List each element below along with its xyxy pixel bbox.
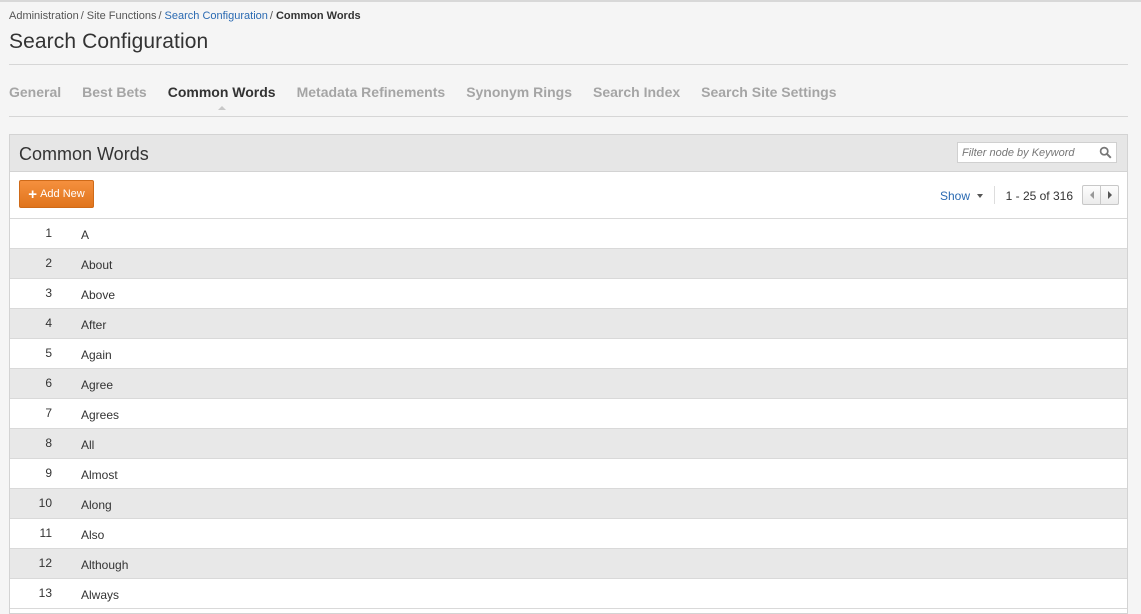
row-number: 13 bbox=[38, 586, 52, 600]
filter-box bbox=[957, 142, 1117, 163]
panel-toolbar: + Add New Show 1 - 25 of 316 bbox=[10, 172, 1127, 219]
chevron-down-icon bbox=[977, 194, 983, 198]
add-new-button[interactable]: + Add New bbox=[19, 180, 94, 208]
row-word: Agree bbox=[81, 378, 114, 392]
chevron-left-icon bbox=[1089, 191, 1094, 199]
breadcrumb-link-search-configuration[interactable]: Search Configuration bbox=[165, 10, 268, 22]
breadcrumb: Administration / Site Functions / Search Con… bbox=[9, 10, 361, 22]
row-number: 7 bbox=[45, 406, 52, 420]
chevron-right-icon bbox=[1107, 191, 1112, 199]
breadcrumb-separator: / bbox=[80, 10, 84, 22]
tab-metadata-refinements[interactable]: Metadata Refinements bbox=[297, 84, 446, 104]
row-number: 4 bbox=[45, 316, 52, 330]
tab-synonym-rings[interactable]: Synonym Rings bbox=[466, 84, 572, 104]
list-item[interactable]: 4 After bbox=[10, 309, 1127, 339]
next-page-button[interactable] bbox=[1100, 186, 1118, 204]
title-divider bbox=[9, 64, 1128, 65]
tab-common-words[interactable]: Common Words bbox=[167, 84, 276, 110]
list-item[interactable]: 10 Along bbox=[10, 489, 1127, 519]
panel-header: Common Words bbox=[10, 135, 1127, 172]
common-words-panel: Common Words + Add New Show 1 - 25 of 31… bbox=[9, 134, 1128, 614]
row-number: 1 bbox=[45, 226, 52, 240]
row-word: All bbox=[81, 438, 95, 452]
row-word: Agrees bbox=[81, 408, 120, 422]
row-word: Along bbox=[81, 498, 112, 512]
list-item[interactable]: 12 Although bbox=[10, 549, 1127, 579]
show-dropdown[interactable]: Show bbox=[940, 189, 983, 203]
row-word: Above bbox=[81, 288, 116, 302]
tab-search-index[interactable]: Search Index bbox=[593, 84, 680, 104]
breadcrumb-current-common-words: Common Words bbox=[275, 10, 361, 22]
plus-icon: + bbox=[28, 185, 38, 203]
list-item[interactable]: 5 Again bbox=[10, 339, 1127, 369]
list-item[interactable]: 8 All bbox=[10, 429, 1127, 459]
row-number: 9 bbox=[45, 466, 52, 480]
row-number: 2 bbox=[45, 256, 52, 270]
row-word: Almost bbox=[81, 468, 118, 482]
row-word: After bbox=[81, 318, 107, 332]
row-number: 10 bbox=[38, 496, 52, 510]
pagination-range: 1 - 25 of 316 bbox=[1005, 189, 1073, 203]
tabs-divider bbox=[9, 116, 1128, 117]
tab-general[interactable]: General bbox=[9, 84, 61, 104]
previous-page-button[interactable] bbox=[1083, 186, 1100, 204]
list-item[interactable]: 3 Above bbox=[10, 279, 1127, 309]
row-word: Always bbox=[81, 588, 120, 602]
row-word: Although bbox=[81, 558, 129, 572]
page-title: Search Configuration bbox=[9, 30, 209, 53]
list-item[interactable]: 7 Agrees bbox=[10, 399, 1127, 429]
row-number: 6 bbox=[45, 376, 52, 390]
list-item[interactable]: 6 Agree bbox=[10, 369, 1127, 399]
list-item[interactable]: 2 About bbox=[10, 249, 1127, 279]
filter-input[interactable] bbox=[958, 143, 1097, 163]
list-item[interactable]: 11 Also bbox=[10, 519, 1127, 549]
pagination-buttons bbox=[1082, 185, 1119, 205]
tab-best-bets[interactable]: Best Bets bbox=[82, 84, 147, 104]
row-word: Again bbox=[81, 348, 112, 362]
add-new-label: Add New bbox=[40, 188, 85, 200]
list-item[interactable]: 13 Always bbox=[10, 579, 1127, 609]
common-words-list: 1 A 2 About 3 Above 4 After 5 Again 6 Agree 7 Agrees 8… bbox=[10, 219, 1127, 609]
tab-common-words-label: Common Words bbox=[167, 84, 276, 100]
row-number: 8 bbox=[45, 436, 52, 450]
list-item[interactable]: 9 Almost bbox=[10, 459, 1127, 489]
row-number: 3 bbox=[45, 286, 52, 300]
breadcrumb-separator: / bbox=[269, 10, 273, 22]
show-label: Show bbox=[939, 189, 970, 203]
active-tab-caret-icon bbox=[217, 106, 226, 110]
toolbar-divider bbox=[994, 186, 995, 204]
row-word: About bbox=[81, 258, 113, 272]
breadcrumb-item-administration: Administration bbox=[9, 10, 79, 22]
panel-title: Common Words bbox=[19, 144, 149, 164]
row-number: 5 bbox=[45, 346, 52, 360]
search-icon[interactable] bbox=[1099, 146, 1112, 159]
tab-bar: General Best Bets Common Words Metadata … bbox=[9, 84, 858, 110]
row-number: 12 bbox=[38, 556, 52, 570]
row-word: A bbox=[81, 228, 90, 242]
tab-search-site-settings[interactable]: Search Site Settings bbox=[701, 84, 836, 104]
list-item[interactable]: 1A bbox=[10, 219, 1127, 249]
breadcrumb-item-site-functions: Site Functions bbox=[86, 10, 157, 22]
row-number: 11 bbox=[39, 526, 52, 540]
breadcrumb-separator: / bbox=[158, 10, 162, 22]
row-word: Also bbox=[81, 528, 105, 542]
